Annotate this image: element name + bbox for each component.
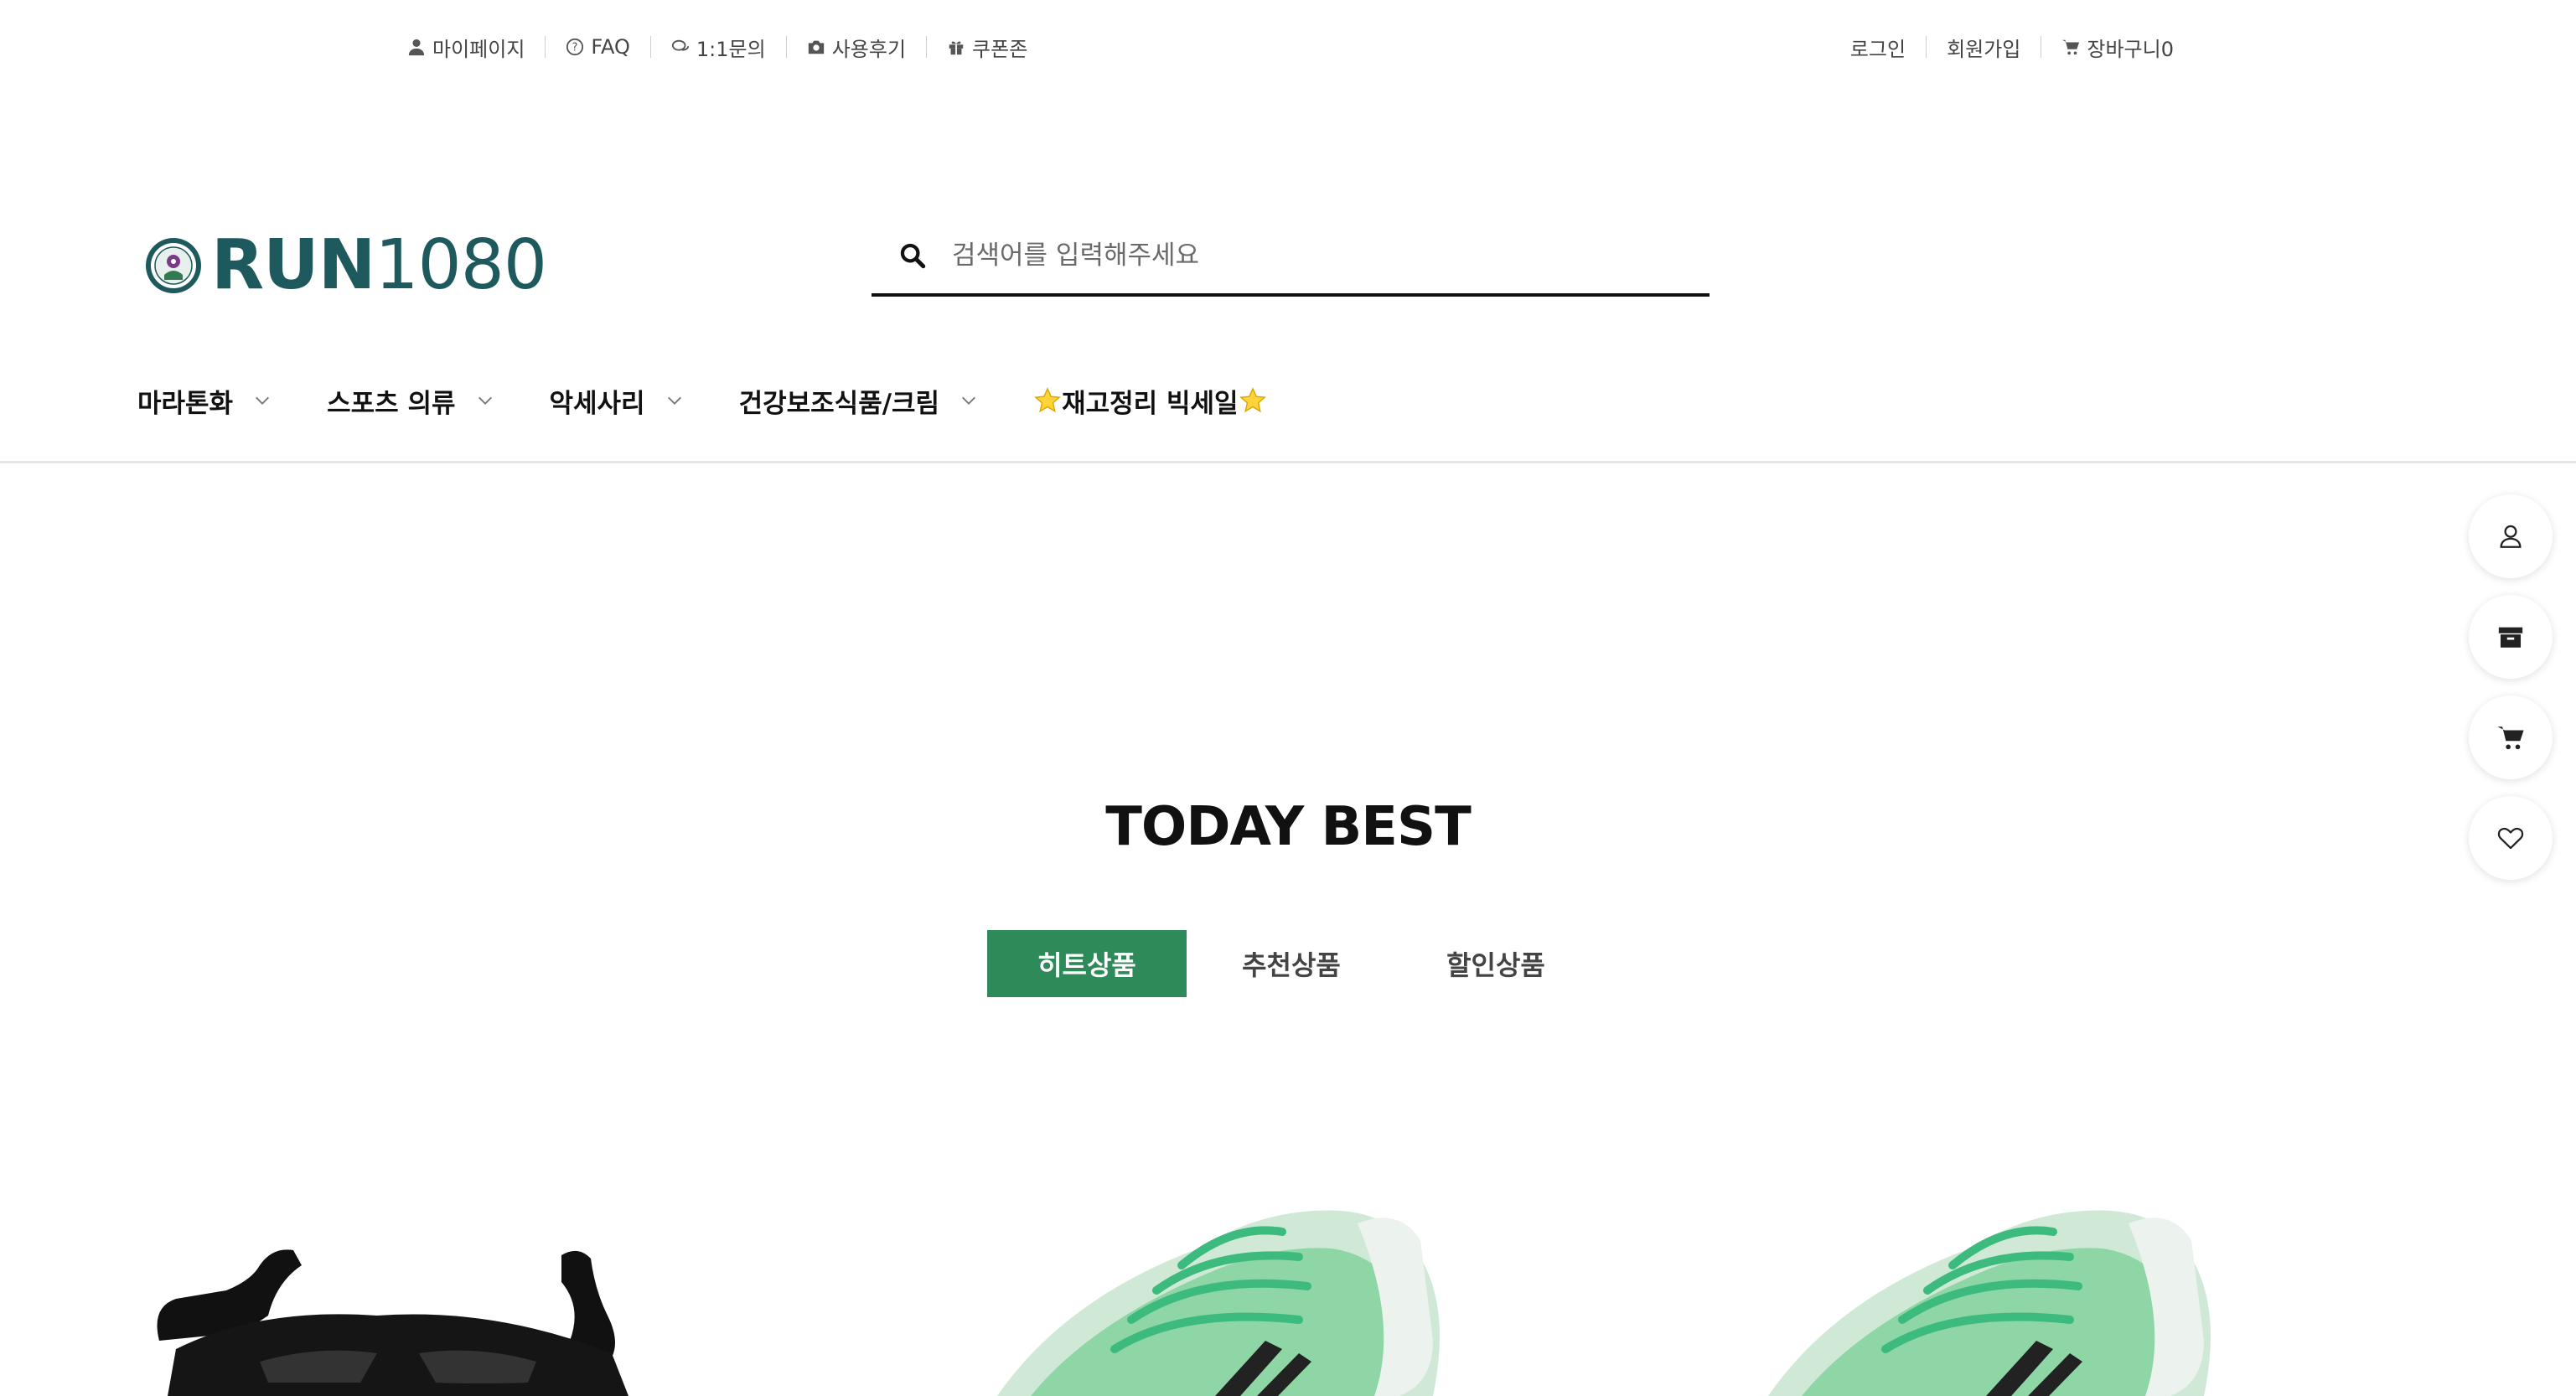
chevron-down-icon xyxy=(478,396,492,405)
mypage-link[interactable]: 마이페이지 xyxy=(407,30,545,64)
product-tabs: 히트상품 추천상품 할인상품 xyxy=(987,930,1601,997)
login-label: 로그인 xyxy=(1849,37,1906,61)
coupon-link[interactable]: 쿠폰존 xyxy=(927,30,1047,64)
cart-link[interactable]: 장바구니0 xyxy=(2041,30,2174,64)
star-icon xyxy=(1034,387,1061,413)
review-label: 사용후기 xyxy=(831,37,907,61)
nav-item-sportswear[interactable]: 스포츠 의류 xyxy=(327,382,494,420)
nav-label: 건강보조식품/크림 xyxy=(738,388,940,419)
coupon-label: 쿠폰존 xyxy=(972,37,1028,61)
logo-emblem-icon xyxy=(146,238,201,293)
login-link[interactable]: 로그인 xyxy=(1850,30,1926,64)
inquiry-link[interactable]: 1:1문의 xyxy=(651,30,786,64)
signup-link[interactable]: 회원가입 xyxy=(1927,30,2041,64)
cart-icon xyxy=(2062,39,2080,55)
tab-hit-products[interactable]: 히트상품 xyxy=(987,930,1187,997)
nav-label: 마라톤화 xyxy=(137,388,234,419)
cart-count: 0 xyxy=(2160,37,2174,61)
top-utility-bar: 마이페이지 ? FAQ 1:1문의 사용후기 쿠폰존 로그인 회원가입 장바구니… xyxy=(0,30,2576,64)
tab-discount-products[interactable]: 할인상품 xyxy=(1396,930,1596,997)
chevron-down-icon xyxy=(256,396,270,405)
chevron-down-icon xyxy=(962,396,976,405)
cart-label: 장바구니0 xyxy=(2087,37,2174,61)
nav-item-accessories[interactable]: 악세사리 xyxy=(550,382,684,420)
product-image-sunglasses[interactable] xyxy=(126,1173,679,1396)
utility-links-left: 마이페이지 ? FAQ 1:1문의 사용후기 쿠폰존 xyxy=(407,30,1047,64)
header-divider xyxy=(0,461,2576,463)
chat-bubbles-icon xyxy=(671,39,689,51)
user-outline-icon xyxy=(2500,525,2522,548)
tab-recommended-products[interactable]: 추천상품 xyxy=(1192,930,1391,997)
category-nav: 마라톤화 스포츠 의류 악세사리 건강보조식품/크림 재고정리 빅세일 xyxy=(137,375,1267,426)
star-icon xyxy=(1239,387,1266,413)
product-image-running-shoe-2[interactable] xyxy=(1735,1173,2288,1396)
nav-label: 재고정리 빅세일 xyxy=(1062,388,1239,419)
search-icon[interactable] xyxy=(898,241,927,270)
quick-cart-button[interactable] xyxy=(2469,695,2553,779)
signup-label: 회원가입 xyxy=(1947,37,2021,61)
gift-icon xyxy=(949,41,964,55)
nav-item-supplements[interactable]: 건강보조식품/크림 xyxy=(739,382,978,420)
cart-icon xyxy=(2497,726,2524,750)
nav-item-marathon-shoes[interactable]: 마라톤화 xyxy=(137,382,272,420)
faq-label: FAQ xyxy=(591,35,630,59)
inquiry-label: 1:1문의 xyxy=(696,37,766,61)
mypage-label: 마이페이지 xyxy=(432,37,525,61)
utility-links-right: 로그인 회원가입 장바구니0 xyxy=(1850,30,2174,64)
review-link[interactable]: 사용후기 xyxy=(787,30,926,64)
nav-item-clearance-sale[interactable]: 재고정리 빅세일 xyxy=(1033,382,1266,420)
search-bar xyxy=(872,218,1710,297)
chevron-down-icon xyxy=(667,396,681,405)
site-logo[interactable]: RUN1080 xyxy=(144,225,547,305)
faq-link[interactable]: ? FAQ xyxy=(546,30,650,64)
svg-text:?: ? xyxy=(572,42,578,54)
quick-mypage-button[interactable] xyxy=(2469,494,2553,578)
search-input[interactable] xyxy=(950,240,1691,271)
archive-box-icon xyxy=(2498,627,2523,648)
camera-icon xyxy=(808,40,824,54)
logo-wordmark: RUN1080 xyxy=(211,225,547,305)
nav-label: 악세사리 xyxy=(549,388,645,419)
section-title: TODAY BEST xyxy=(1105,796,1471,858)
nav-label: 스포츠 의류 xyxy=(327,388,456,419)
question-circle-icon: ? xyxy=(566,38,584,56)
product-image-running-shoe-1[interactable] xyxy=(964,1173,1517,1396)
user-icon xyxy=(408,39,425,56)
quick-orders-button[interactable] xyxy=(2469,595,2553,679)
